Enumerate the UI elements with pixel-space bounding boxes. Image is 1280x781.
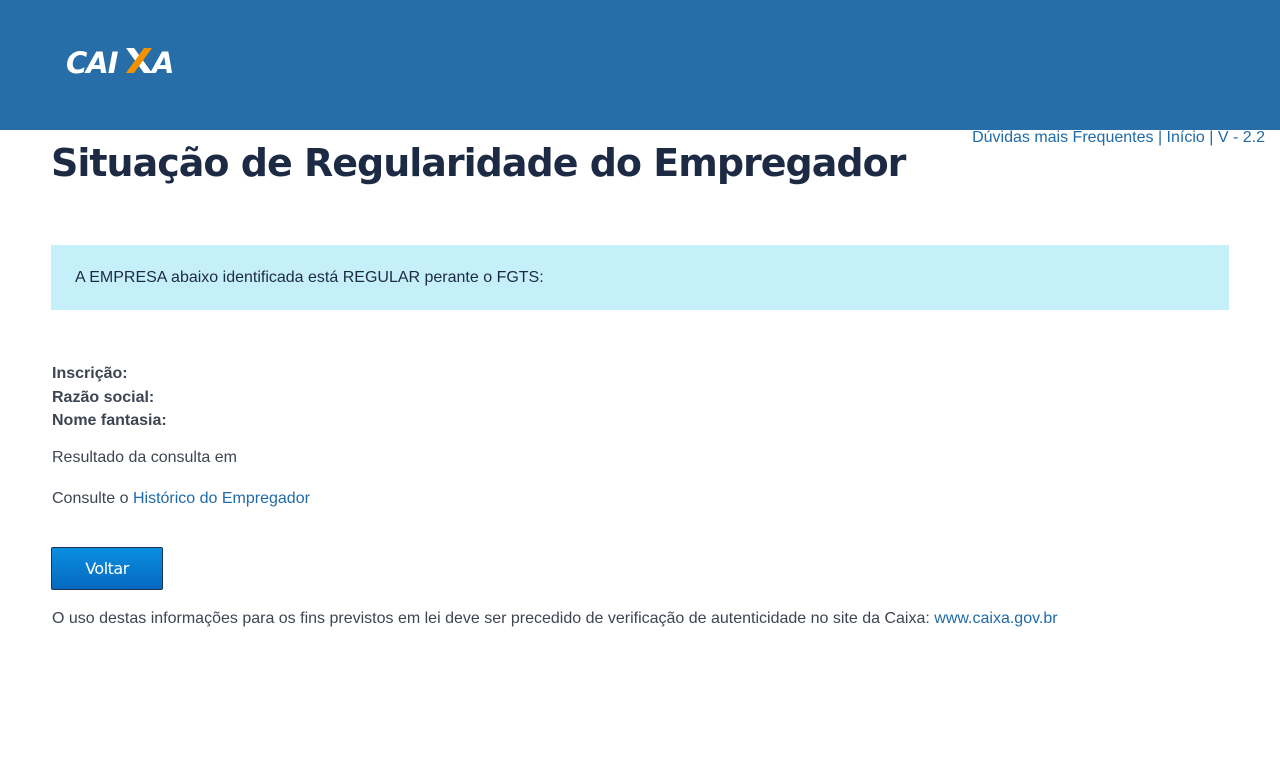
result-text: Resultado da consulta em xyxy=(52,449,237,466)
separator: | xyxy=(1157,129,1163,146)
footer-text: O uso destas informações para os fins pr… xyxy=(52,610,930,627)
caixa-logo: CAI A xyxy=(66,46,174,76)
consult-line: Consulte o Histórico do Empregador xyxy=(52,490,310,508)
page-header: CAI A xyxy=(0,0,1280,130)
consult-prefix: Consulte o xyxy=(52,490,129,507)
razao-social-label: Razão social: xyxy=(52,388,155,406)
back-button[interactable]: Voltar xyxy=(51,547,163,590)
company-fields: Inscrição: Razão social: Nome fantasia: xyxy=(52,362,167,433)
svg-text:CAI: CAI xyxy=(66,46,119,76)
separator: | xyxy=(1209,129,1214,146)
page-title: Situação de Regularidade do Empregador xyxy=(51,141,906,185)
top-links: Dúvidas mais Frequentes | Início | V - 2… xyxy=(972,129,1265,147)
caixa-site-link[interactable]: www.caixa.gov.br xyxy=(934,610,1057,627)
inscricao-label: Inscrição: xyxy=(52,365,128,382)
alert-message: A EMPRESA abaixo identificada está REGUL… xyxy=(75,269,544,286)
home-link[interactable]: Início xyxy=(1167,129,1205,146)
version-link[interactable]: V - 2.2 xyxy=(1218,129,1265,146)
history-link[interactable]: Histórico do Empregador xyxy=(133,490,310,507)
svg-text:A: A xyxy=(150,46,174,76)
footer-note: O uso destas informações para os fins pr… xyxy=(52,610,1058,628)
status-alert: A EMPRESA abaixo identificada está REGUL… xyxy=(51,245,1229,310)
faq-link[interactable]: Dúvidas mais Frequentes xyxy=(972,129,1153,146)
nome-fantasia-label: Nome fantasia: xyxy=(52,412,167,429)
